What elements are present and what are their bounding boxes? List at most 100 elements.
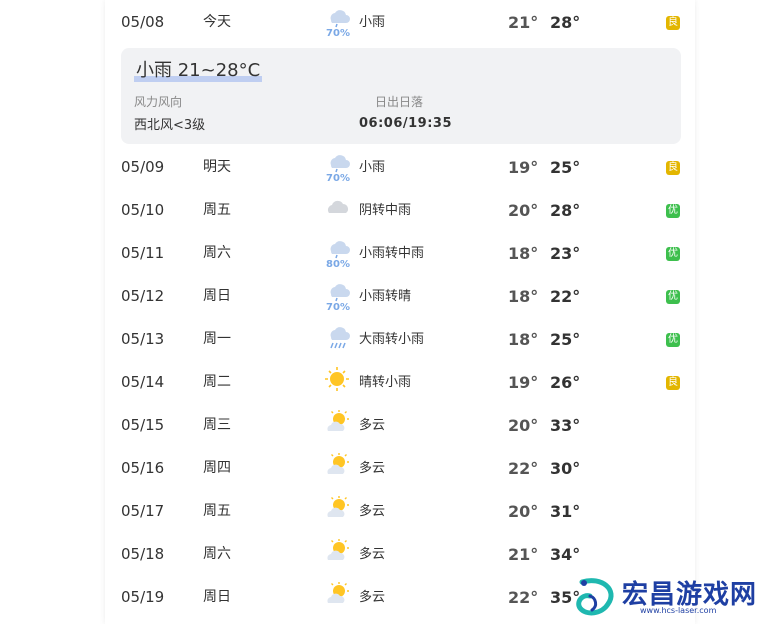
weekday: 周五 [203,503,231,519]
high-temp: 23° [550,244,581,263]
wind-label: 风力风向 [134,95,183,109]
light-rain-icon-graphic [330,10,350,28]
sunny-icon [325,366,351,400]
wind-value: 西北风<3级 [134,118,206,133]
condition: 小雨 [359,160,386,175]
forecast-row[interactable]: 05/13 周一 大雨转小雨 18° 25° 优 [105,318,695,361]
forecast-row[interactable]: 05/08 今天 70% 小雨 21° 28° 良 [105,1,695,44]
high-temp: 31° [550,502,581,521]
high-temp: 28° [550,13,581,32]
overcast-icon [325,194,351,228]
high-temp: 30° [550,459,581,478]
high-temp: 25° [550,330,581,349]
condition: 小雨转晴 [359,289,412,304]
sunrise-sunset-label: 日出日落 [375,95,424,109]
partly-cloudy-icon-graphic [327,582,349,603]
high-temp: 26° [550,373,581,392]
precipitation-chance: 70% [326,302,350,313]
low-temp: 19° [508,158,539,177]
aqi-badge: 良 [666,16,680,30]
forecast-row[interactable]: 05/11 周六 80% 小雨转中雨 18° 23° 优 [105,232,695,275]
low-temp: 22° [508,588,539,607]
sunrise-sunset-value: 06:06/19:35 [359,116,453,131]
high-temp: 22° [550,287,581,306]
light-rain-icon: 80% [325,237,351,271]
low-temp: 22° [508,459,539,478]
weekday: 周三 [203,417,231,433]
partly-cloudy-icon [325,409,351,443]
partly-cloudy-icon [325,581,351,615]
low-temp: 18° [508,244,539,263]
date: 05/16 [121,459,165,477]
heavy-rain-icon-graphic [330,327,350,349]
partly-cloudy-icon-graphic [327,453,349,474]
partly-cloudy-icon-graphic [327,539,349,560]
high-temp: 25° [550,158,581,177]
aqi-badge: 优 [666,204,680,218]
detail-title: 小雨 21~28°C [134,56,263,82]
forecast-row[interactable]: 05/18 周六 多云 21° 34° [105,533,695,576]
date: 05/18 [121,545,165,563]
condition: 多云 [359,504,386,519]
weekday: 周日 [203,288,231,304]
low-temp: 21° [508,13,539,32]
watermark: 宏昌游戏网 www.hcs-laser.com [570,572,770,624]
precipitation-chance: 70% [326,28,350,39]
condition: 多云 [359,547,386,562]
weekday: 周一 [203,331,231,347]
date: 05/12 [121,287,165,305]
heavy-rain-icon [325,323,351,357]
high-temp: 28° [550,201,581,220]
watermark-url: www.hcs-laser.com [640,606,717,615]
date: 05/14 [121,373,165,391]
weekday: 周六 [203,245,231,261]
low-temp: 18° [508,287,539,306]
aqi-badge: 良 [666,376,680,390]
aqi-badge: 良 [666,161,680,175]
aqi-badge: 优 [666,333,680,347]
partly-cloudy-icon-graphic [327,410,349,431]
aqi-badge: 优 [666,290,680,304]
forecast-panel: 05/08 今天 70% 小雨 21° 28° 良 小雨 21~28°C 风力风… [105,0,695,624]
weekday: 今天 [203,14,231,30]
precipitation-chance: 70% [326,173,350,184]
low-temp: 20° [508,502,539,521]
light-rain-icon: 70% [325,151,351,185]
forecast-row[interactable]: 05/15 周三 多云 20° 33° [105,404,695,447]
condition: 多云 [359,461,386,476]
low-temp: 19° [508,373,539,392]
weekday: 明天 [203,159,231,175]
date: 05/17 [121,502,165,520]
aqi-badge: 优 [666,247,680,261]
weekday: 周五 [203,202,231,218]
date: 05/19 [121,588,165,606]
forecast-row[interactable]: 05/14 周二 晴转小雨 19° 26° 良 [105,361,695,404]
forecast-row[interactable]: 05/16 周四 多云 22° 30° [105,447,695,490]
date: 05/08 [121,13,165,31]
condition: 小雨转中雨 [359,246,425,261]
light-rain-icon-graphic [330,284,350,302]
date: 05/13 [121,330,165,348]
light-rain-icon: 70% [325,6,351,40]
light-rain-icon-graphic [330,241,350,259]
forecast-row[interactable]: 05/12 周日 70% 小雨转晴 18° 22° 优 [105,275,695,318]
weekday: 周四 [203,460,231,476]
overcast-icon-graphic [327,200,348,213]
day-detail-card: 小雨 21~28°C 风力风向 西北风<3级 日出日落 06:06/19:35 [121,48,681,144]
sunny-icon-graphic [325,367,349,391]
partly-cloudy-icon-graphic [327,496,349,517]
high-temp: 33° [550,416,581,435]
forecast-row[interactable]: 05/17 周五 多云 20° 31° [105,490,695,533]
high-temp: 34° [550,545,581,564]
condition: 晴转小雨 [359,375,412,390]
light-rain-icon-graphic [330,155,350,173]
date: 05/10 [121,201,165,219]
forecast-row[interactable]: 05/10 周五 阴转中雨 20° 28° 优 [105,189,695,232]
low-temp: 18° [508,330,539,349]
condition: 多云 [359,418,386,433]
condition: 阴转中雨 [359,203,412,218]
partly-cloudy-icon [325,538,351,572]
precipitation-chance: 80% [326,259,350,270]
dragon-logo-icon [576,578,614,616]
forecast-row[interactable]: 05/09 明天 70% 小雨 19° 25° 良 [105,146,695,189]
